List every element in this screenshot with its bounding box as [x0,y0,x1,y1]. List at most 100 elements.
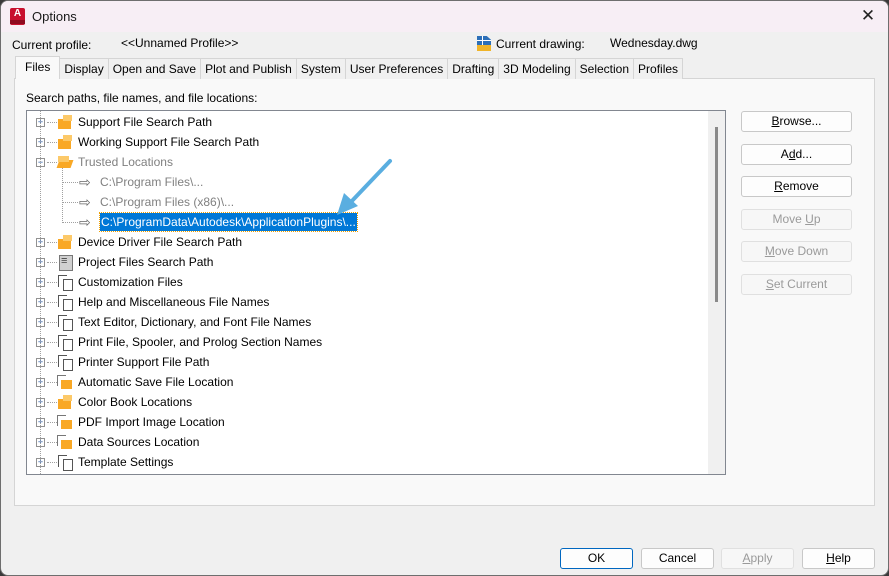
file-stack-icon [57,334,73,351]
tree-node[interactable]: + Support File Search Path [27,112,708,132]
tab-drafting[interactable]: Drafting [447,58,500,79]
close-icon: ✕ [860,6,876,25]
folder-icon [57,234,73,250]
current-profile-label: Current profile: [12,38,92,52]
current-drawing-value: Wednesday.dwg [610,36,698,50]
tree-node-label: Support File Search Path [78,115,213,129]
drawing-icon [477,36,491,51]
tab-profiles[interactable]: Profiles [633,58,684,79]
tree-node[interactable]: + Device Driver File Search Path [27,232,708,252]
file-locations-tree[interactable]: + Support File Search Path + Working Suppor… [26,110,726,475]
help-label-accel: H [826,551,835,565]
add-label-accel: d [788,147,796,161]
tree-node-label: Printer Support File Path [78,355,210,369]
files-tab-panel: Search paths, file names, and file locat… [14,78,875,506]
tree-node[interactable]: + Text Editor, Dictionary, and Font File … [27,312,708,332]
move-down-button[interactable]: Move Down [741,241,852,262]
move-up-label-pre: Move [772,212,806,226]
tree-node[interactable]: + Print File, Spooler, and Prolog Section… [27,332,708,352]
tree-path-item[interactable]: ⇨ C:\ProgramData\Autodesk\ApplicationPlug… [27,212,708,232]
browse-label-accel: B [771,114,780,128]
title-bar: A Options ✕ [1,1,888,32]
tree-node[interactable]: + Help and Miscellaneous File Names [27,292,708,312]
path-arrow-icon: ⇨ [79,174,91,190]
cancel-button[interactable]: Cancel [641,548,714,569]
tree-path-item[interactable]: ⇨ C:\Program Files (x86)\... [27,192,708,212]
tab-open-and-save[interactable]: Open and Save [107,58,202,79]
tree-node[interactable]: + Printer Support File Path [27,352,708,372]
move-down-label-post: ove Down [774,244,829,258]
tree-node[interactable]: + Automatic Save File Location [27,372,708,392]
add-button[interactable]: Add... [741,144,852,165]
tree-node-label: C:\Program Files\... [100,175,204,189]
tree-connector [47,262,57,263]
folder-stack-icon [57,374,73,390]
tree-node[interactable]: + PDF Import Image Location [27,412,708,432]
tree-node[interactable]: − Trusted Locations [27,152,708,172]
file-stack-icon [57,274,73,291]
apply-label-post: pply [750,551,773,565]
tree-node-label: PDF Import Image Location [78,415,225,429]
tree-connector [47,122,57,123]
tab-3d-modeling[interactable]: 3D Modeling [498,58,576,79]
move-up-button[interactable]: Move Up [741,209,852,230]
add-label-post: d... [795,147,813,161]
tree-node[interactable]: + Working Support File Search Path [27,132,708,152]
path-arrow-icon: ⇨ [79,194,91,210]
project-files-icon [57,254,73,271]
path-arrow-icon: ⇨ [79,214,91,230]
help-button[interactable]: Help [802,548,875,569]
tab-plot-and-publish[interactable]: Plot and Publish [200,58,297,79]
tab-system[interactable]: System [295,58,346,79]
apply-button[interactable]: Apply [721,548,794,569]
set-current-button[interactable]: Set Current [741,274,852,295]
remove-button[interactable]: Remove [741,176,852,197]
tree-vertical-scrollbar[interactable] [708,111,725,474]
folder-icon [57,114,73,130]
remove-label-accel: R [774,179,783,193]
folder-stack-icon [57,414,73,430]
file-stack-icon [57,454,73,471]
tab-user-preferences[interactable]: User Preferences [344,58,449,79]
apply-label-accel: A [742,551,751,565]
tree-connector [47,382,57,383]
tree-node[interactable]: + Data Sources Location [27,432,708,452]
scrollbar-thumb[interactable] [715,127,718,303]
current-drawing-label: Current drawing: [496,37,585,51]
tree-connector [47,302,57,303]
tree-node-label: Automatic Save File Location [78,375,234,389]
tree-connector [62,202,78,203]
open-folder-icon [57,154,73,170]
close-button[interactable]: ✕ [856,5,880,27]
tree-node-label: Working Support File Search Path [78,135,260,149]
tree-path-item[interactable]: ⇨ C:\Program Files\... [27,172,708,192]
tree-connector [47,242,57,243]
tree-connector [47,362,57,363]
tab-selection[interactable]: Selection [574,58,635,79]
tree-node[interactable]: + Color Book Locations [27,392,708,412]
tab-display[interactable]: Display [59,58,109,79]
tree-connector [47,402,57,403]
tree-root-connector [40,111,41,474]
browse-button[interactable]: Browse... [741,111,852,132]
move-up-label-post: p [813,212,821,226]
folder-stack-icon [57,434,73,450]
autocad-app-icon: A [10,8,25,25]
folder-icon [57,134,73,150]
tree-connector [62,182,78,183]
help-label-post: elp [834,551,851,565]
tree-connector [47,342,57,343]
tree-connector [47,442,57,443]
remove-label-post: emove [782,179,819,193]
tree-node[interactable]: +Project Files Search Path [27,252,708,272]
add-label-pre: A [780,147,789,161]
tree-connector [47,282,57,283]
tree-node-label: Trusted Locations [78,155,173,169]
tab-files[interactable]: Files [15,56,61,79]
tree-node[interactable]: + Customization Files [27,272,708,292]
move-up-label-accel: U [805,212,814,226]
tree-node[interactable]: + Template Settings [27,452,708,472]
tree-connector [62,222,78,223]
tree-connector [47,142,57,143]
ok-button[interactable]: OK [560,548,633,569]
